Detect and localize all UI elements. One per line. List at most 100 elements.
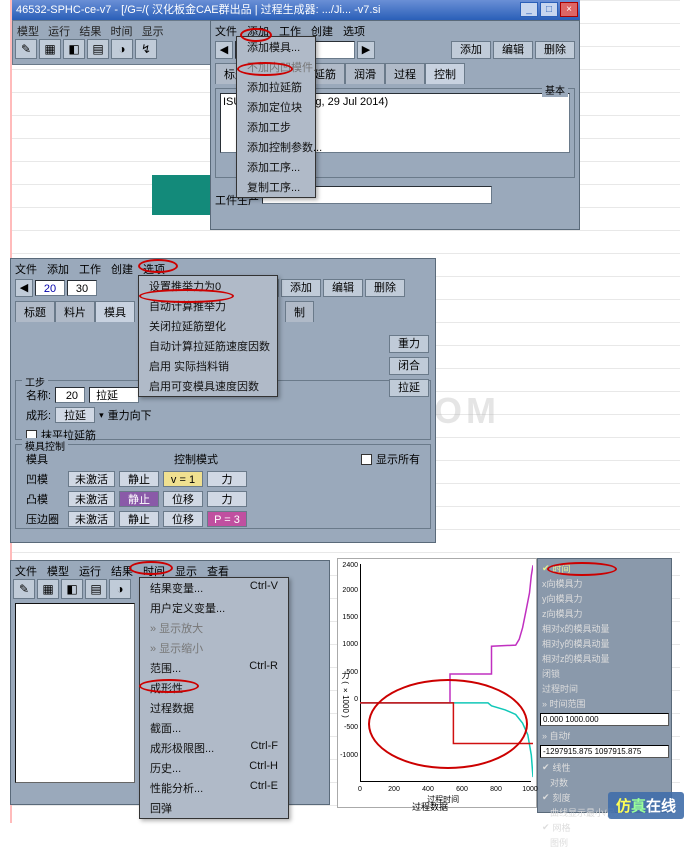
toolbar-icon[interactable]: ◑ — [109, 579, 131, 599]
delete-button[interactable]: 删除 — [535, 41, 575, 59]
menu-add[interactable]: 添加 — [47, 261, 69, 273]
tab-extra[interactable]: 制 — [285, 301, 314, 322]
menu-add[interactable]: 添加 — [247, 23, 269, 35]
menu-item-process-data[interactable]: 过程数据 — [140, 698, 288, 718]
toolbar-icon[interactable]: ✎ — [13, 579, 35, 599]
minimize-button[interactable]: _ — [520, 2, 538, 17]
cell-active[interactable]: 未激活 — [68, 491, 115, 507]
toolbar-icon[interactable]: ◧ — [61, 579, 83, 599]
prev-button[interactable]: ◀ — [215, 41, 233, 59]
side-item[interactable]: 相对z的模具动量 — [540, 651, 669, 666]
cell-p[interactable]: P = 3 — [207, 511, 247, 527]
form-value[interactable]: 拉延 — [55, 407, 95, 423]
menu-item-add-process[interactable]: 添加工序... — [237, 157, 315, 177]
menu-item-range[interactable]: 范围...Ctrl-R — [140, 658, 288, 678]
menu-create[interactable]: 创建 — [111, 261, 133, 273]
showall-checkbox[interactable] — [361, 454, 372, 465]
menu-item-add-step[interactable]: 添加工步 — [237, 117, 315, 137]
add-button[interactable]: 添加 — [281, 279, 321, 297]
edit-button[interactable]: 编辑 — [493, 41, 533, 59]
cell-disp[interactable]: 位移 — [163, 511, 203, 527]
cell-force[interactable]: 力 — [207, 471, 247, 487]
toolbar-icon[interactable]: ▤ — [87, 39, 109, 59]
menu-item-result-var[interactable]: 结果变量...Ctrl-V — [140, 578, 288, 598]
menu-model[interactable]: 模型 — [17, 26, 39, 38]
tab-control[interactable]: 控制 — [425, 63, 465, 84]
menu-display[interactable]: 显示 — [175, 563, 197, 575]
tab-title[interactable]: 标题 — [15, 301, 55, 322]
menu-item-perf[interactable]: 性能分析...Ctrl-E — [140, 778, 288, 798]
menu-item-enable-stopper[interactable]: 启用 实际挡料销 — [139, 356, 277, 376]
menu-options[interactable]: 选项 — [343, 23, 365, 35]
side-item[interactable]: z向模具力 — [540, 606, 669, 621]
edit-button[interactable]: 编辑 — [323, 279, 363, 297]
menu-result[interactable]: 结果 — [111, 563, 133, 575]
menu-file[interactable]: 文件 — [15, 261, 37, 273]
cell-disp[interactable]: 位移 — [163, 491, 203, 507]
menu-item-springback[interactable]: 回弹 — [140, 798, 288, 818]
prev-button[interactable]: ◀ — [15, 279, 33, 297]
side-item[interactable]: 过程时间 — [540, 681, 669, 696]
menu-time[interactable]: 时间 — [111, 26, 133, 38]
menu-file[interactable]: 文件 — [15, 563, 37, 575]
menu-run[interactable]: 运行 — [79, 563, 101, 575]
menu-item-add-drawbead[interactable]: 添加拉延筋 — [237, 77, 315, 97]
menu-item-section[interactable]: 截面... — [140, 718, 288, 738]
check-legend[interactable]: 图例 — [540, 835, 669, 850]
cell-state[interactable]: 静止 — [119, 491, 159, 507]
next-button[interactable]: ▶ — [357, 41, 375, 59]
cell-active[interactable]: 未激活 — [68, 511, 115, 527]
toolbar-icon[interactable]: ▦ — [39, 39, 61, 59]
menu-create[interactable]: 创建 — [311, 23, 333, 35]
toolbar-icon[interactable]: ▤ — [85, 579, 107, 599]
side-item[interactable]: 相对x的模具动量 — [540, 621, 669, 636]
menu-item-formability[interactable]: 成形性 — [140, 678, 288, 698]
name-text[interactable]: 拉延 — [89, 387, 139, 403]
time-range-value[interactable]: 0.000 1000.000 — [540, 713, 669, 726]
menu-item-auto-calc-bead-speed[interactable]: 自动计算拉延筋速度因数 — [139, 336, 277, 356]
menu-item-add-mold[interactable]: 添加模具... — [237, 37, 315, 57]
menu-result[interactable]: 结果 — [79, 26, 101, 38]
toolbar-icon[interactable]: ◑ — [111, 39, 133, 59]
toolbar-icon[interactable]: ◧ — [63, 39, 85, 59]
delete-button[interactable]: 删除 — [365, 279, 405, 297]
side-item[interactable]: x向模具力 — [540, 576, 669, 591]
tab-mold[interactable]: 模具 — [95, 301, 135, 322]
side-item-time[interactable]: ✔ 时间 — [540, 561, 669, 576]
side-draw[interactable]: 拉延 — [389, 379, 429, 397]
tab-lube[interactable]: 润滑 — [345, 63, 385, 84]
check-log[interactable]: 对数 — [540, 775, 669, 790]
side-item[interactable]: 相对y的模具动量 — [540, 636, 669, 651]
menu-item-auto-calc-force[interactable]: 自动计算推举力 — [139, 296, 277, 316]
name-num[interactable]: 20 — [55, 387, 85, 403]
menu-item-add-locator[interactable]: 添加定位块 — [237, 97, 315, 117]
tab-blank[interactable]: 料片 — [55, 301, 95, 322]
menu-run[interactable]: 运行 — [48, 26, 70, 38]
spin-b[interactable]: 30 — [67, 280, 97, 296]
menu-item-zoom-out[interactable]: » 显示缩小 — [140, 638, 288, 658]
toolbar-icon[interactable]: ▦ — [37, 579, 59, 599]
menu-view[interactable]: 查看 — [207, 563, 229, 575]
menu-item-history[interactable]: 历史...Ctrl-H — [140, 758, 288, 778]
menu-item-copy-process[interactable]: 复制工序... — [237, 177, 315, 197]
cell-active[interactable]: 未激活 — [68, 471, 115, 487]
menu-item-zoom-in[interactable]: » 显示放大 — [140, 618, 288, 638]
auto-f-value[interactable]: -1297915.875 1097915.875 — [540, 745, 669, 758]
menu-time[interactable]: 时间 — [143, 563, 165, 575]
toolbar-icon[interactable]: ✎ — [15, 39, 37, 59]
menu-work[interactable]: 工作 — [279, 23, 301, 35]
menu-display[interactable]: 显示 — [142, 26, 164, 38]
menu-model[interactable]: 模型 — [47, 563, 69, 575]
check-linear[interactable]: ✔ 线性 — [540, 760, 669, 775]
side-close[interactable]: 闭合 — [389, 357, 429, 375]
cell-state[interactable]: 静止 — [119, 511, 159, 527]
maximize-button[interactable]: □ — [540, 2, 558, 17]
menu-item-user-var[interactable]: 用户定义变量... — [140, 598, 288, 618]
side-item[interactable]: 闭锁 — [540, 666, 669, 681]
menu-item-add-ctrlparam[interactable]: 添加控制参数... — [237, 137, 315, 157]
check-grid[interactable]: ✔ 网格 — [540, 820, 669, 835]
side-item[interactable]: y向模具力 — [540, 591, 669, 606]
menu-file[interactable]: 文件 — [215, 23, 237, 35]
close-button[interactable]: × — [560, 2, 578, 17]
menu-item-close-bead-plastic[interactable]: 关闭拉延筋塑化 — [139, 316, 277, 336]
